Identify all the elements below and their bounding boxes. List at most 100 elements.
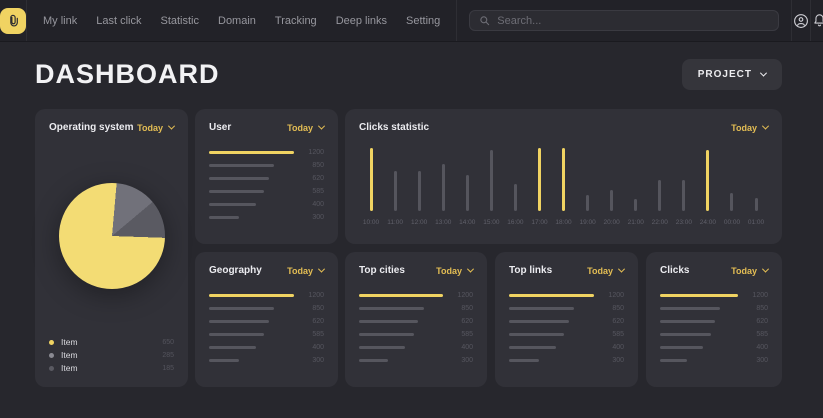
bar [562,148,565,211]
time-label: 20:00 [600,219,624,226]
bar-value: 620 [300,175,324,182]
project-dropdown-button[interactable]: PROJECT [682,59,782,90]
bar [509,359,539,362]
bar-value: 585 [744,331,768,338]
bar [660,307,720,310]
nav-link-last-click[interactable]: Last click [96,15,141,27]
nav-link-tracking[interactable]: Tracking [275,15,317,27]
bar-value: 585 [300,331,324,338]
period-dropdown[interactable]: Today [731,266,768,276]
bar-value: 1200 [449,292,473,299]
bar-row: 400 [509,345,624,349]
bar-list: 1200850620585400300 [359,293,473,362]
legend-value: 650 [162,339,174,346]
card-title: User [209,122,231,133]
nav-link-domain[interactable]: Domain [218,15,256,27]
period-dropdown[interactable]: Today [287,123,324,133]
bar-value: 585 [300,188,324,195]
navbar: My link Last click Statistic Domain Trac… [0,0,823,42]
card-title: Operating system [49,122,133,133]
bar [209,164,274,167]
period-dropdown[interactable]: Today [587,266,624,276]
card-title: Clicks statistic [359,122,429,133]
legend-dot [49,340,54,345]
bar [509,346,556,349]
chart-column [527,147,551,211]
bar-value: 400 [744,344,768,351]
card-top-cities: Top cities Today 1200850620585400300 [345,252,487,387]
card-top-links: Top links Today 1200850620585400300 [495,252,638,387]
bar [209,307,274,310]
bar [209,346,256,349]
bar-value: 585 [600,331,624,338]
chart-column [479,147,503,211]
chart-column [648,147,672,211]
chart-column [696,147,720,211]
period-dropdown[interactable]: Today [137,123,174,133]
bar-row: 620 [509,319,624,323]
period-dropdown[interactable]: Today [287,266,324,276]
time-label: 14:00 [455,219,479,226]
card-title: Top cities [359,265,405,276]
chart-column [359,147,383,211]
chart-column [624,147,648,211]
card-title: Clicks [660,265,689,276]
bar-value: 585 [449,331,473,338]
bar [209,151,294,154]
nav-link-statistic[interactable]: Statistic [160,15,199,27]
bar [610,190,613,211]
bar-value: 850 [300,162,324,169]
bar-row: 1200 [209,293,324,297]
bar [660,320,715,323]
bar [730,193,733,211]
bar [509,320,569,323]
bar [359,307,424,310]
card-operating-system: Operating system Today Item650Item285Ite… [35,109,188,387]
card-user: User Today 1200850620585400300 [195,109,338,244]
bar-row: 1200 [209,150,324,154]
notifications-button[interactable] [810,0,823,41]
nav-link-my-link[interactable]: My link [43,15,77,27]
bar-row: 850 [209,306,324,310]
time-label: 00:00 [720,219,744,226]
period-dropdown[interactable]: Today [731,123,768,133]
bar-row: 620 [209,319,324,323]
period-dropdown[interactable]: Today [436,266,473,276]
bar [509,333,564,336]
logo-button[interactable] [0,8,26,34]
bar [634,199,637,211]
bar-value: 620 [300,318,324,325]
bar-list: 1200850620585400300 [660,293,768,362]
column-left: Operating system Today Item650Item285Ite… [35,109,188,387]
bar [586,195,589,211]
search-icon [479,15,490,26]
bar-value: 850 [744,305,768,312]
chevron-down-icon [762,123,769,130]
bar-track [359,359,443,362]
account-button[interactable] [791,0,810,41]
time-label: 01:00 [744,219,768,226]
bar-track [509,359,594,362]
chart-column [431,147,455,211]
period-label: Today [287,123,313,133]
bar-row: 585 [509,332,624,336]
chart-column [744,147,768,211]
time-label: 21:00 [624,219,648,226]
chart-column [552,147,576,211]
bar-value: 850 [600,305,624,312]
bar-track [209,346,294,349]
legend-row: Item185 [49,364,174,372]
bar-row: 300 [209,358,324,362]
nav-link-setting[interactable]: Setting [406,15,440,27]
search-input[interactable] [497,15,769,27]
time-label: 17:00 [527,219,551,226]
chevron-down-icon [762,266,769,273]
nav-link-deep-links[interactable]: Deep links [336,15,387,27]
bar-row: 620 [209,176,324,180]
search-box [469,10,779,31]
bar [209,294,294,297]
period-label: Today [731,266,757,276]
bar-row: 585 [359,332,473,336]
bar-value: 300 [300,214,324,221]
chart-column [672,147,696,211]
